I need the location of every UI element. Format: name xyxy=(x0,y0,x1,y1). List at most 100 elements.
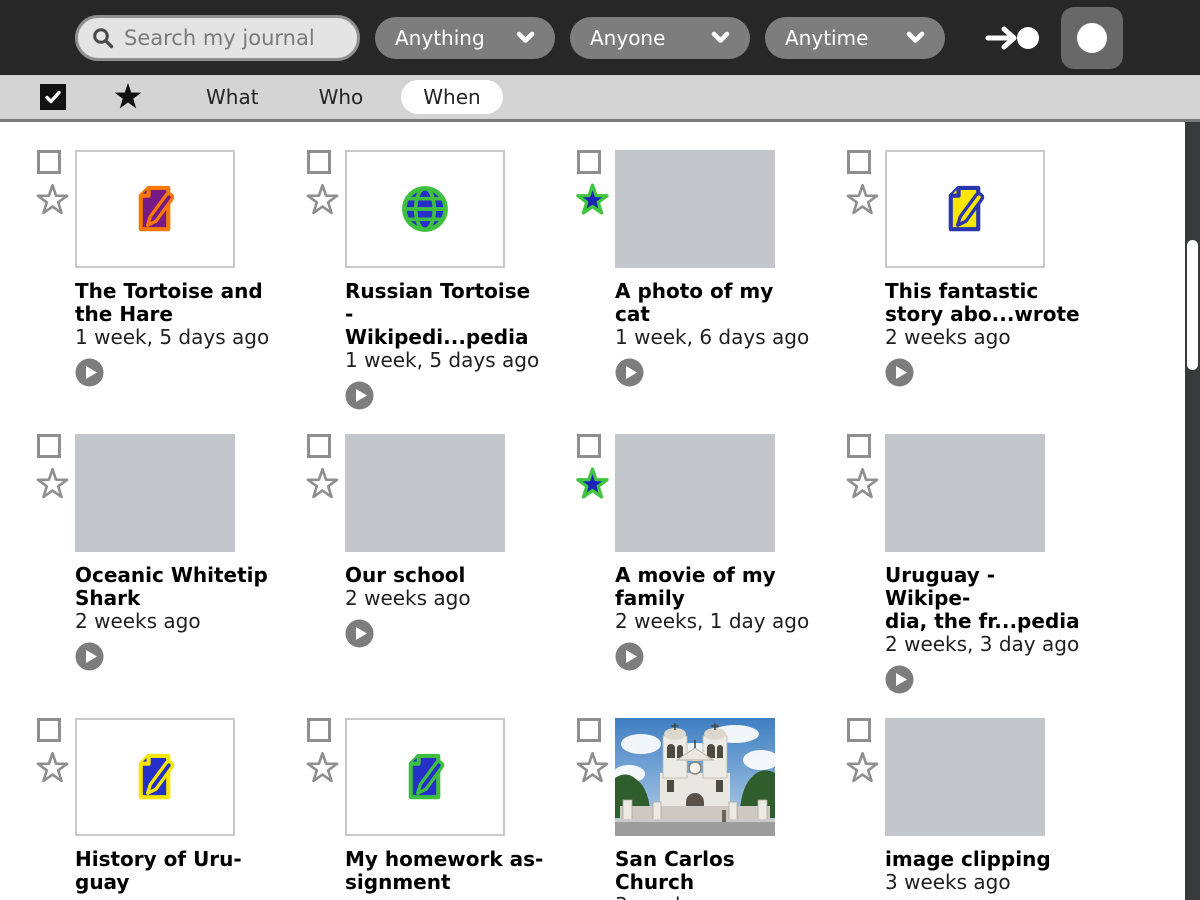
text-document-icon xyxy=(398,750,452,804)
view-toggle-button[interactable] xyxy=(1061,7,1123,69)
entry-title[interactable]: The Tortoise and the Hare xyxy=(75,280,275,326)
entry-checkbox[interactable] xyxy=(847,434,871,458)
entry-title[interactable]: San Carlos Church xyxy=(615,848,815,894)
entry-title[interactable]: Uruguay - Wikipe- dia, the fr...pedia xyxy=(885,564,1085,633)
entry-thumbnail[interactable] xyxy=(75,150,235,268)
entry-star[interactable] xyxy=(305,467,340,502)
entry-star[interactable] xyxy=(305,751,340,786)
entry-title[interactable]: A photo of my cat xyxy=(615,280,815,326)
entry-play-button[interactable] xyxy=(615,358,644,387)
journal-entry: History of Uru- guay xyxy=(35,718,305,900)
entry-play-button[interactable] xyxy=(885,358,914,387)
favorites-filter-button[interactable] xyxy=(112,81,144,113)
entry-thumbnail[interactable] xyxy=(615,718,775,836)
entry-checkbox[interactable] xyxy=(847,718,871,742)
entry-checkbox[interactable] xyxy=(37,150,61,174)
journal-grid: The Tortoise and the Hare 1 week, 5 days… xyxy=(0,125,1185,900)
entry-star[interactable] xyxy=(35,467,70,502)
entry-star[interactable] xyxy=(575,183,610,218)
star-icon xyxy=(305,183,340,218)
entry-title[interactable]: Russian Tortoise - Wikipedi...pedia xyxy=(345,280,545,349)
entry-title[interactable]: image clipping xyxy=(885,848,1085,871)
entry-thumbnail[interactable] xyxy=(885,718,1045,836)
entry-checkbox[interactable] xyxy=(307,718,331,742)
arrow-to-entry-button[interactable] xyxy=(985,22,1041,54)
arrow-dot-icon xyxy=(985,22,1041,54)
entry-thumbnail[interactable] xyxy=(615,150,775,268)
journal-entry: Our school 2 weeks ago xyxy=(305,434,575,718)
entry-play-button[interactable] xyxy=(75,642,104,671)
entry-title[interactable]: This fantastic story abo...wrote xyxy=(885,280,1085,326)
journal-entry: Russian Tortoise - Wikipedi...pedia 1 we… xyxy=(305,150,575,434)
journal-entry: A photo of my cat 1 week, 6 days ago xyxy=(575,150,845,434)
entry-play-button[interactable] xyxy=(615,642,644,671)
entry-thumbnail[interactable] xyxy=(615,434,775,552)
filter-dropdown-anything[interactable]: Anything xyxy=(375,17,555,59)
entry-star[interactable] xyxy=(575,467,610,502)
vertical-scrollbar[interactable] xyxy=(1185,122,1200,900)
entry-checkbox[interactable] xyxy=(307,150,331,174)
entry-checkbox[interactable] xyxy=(577,718,601,742)
entry-star[interactable] xyxy=(845,183,880,218)
entry-thumbnail[interactable] xyxy=(75,718,235,836)
checkmark-icon xyxy=(44,88,62,106)
search-input[interactable] xyxy=(124,26,392,50)
entry-timestamp: 2 weeks ago xyxy=(345,587,545,610)
when-what-who-tabs: What Who When xyxy=(184,80,519,114)
entry-star[interactable] xyxy=(845,751,880,786)
entry-play-button[interactable] xyxy=(885,665,914,694)
star-icon xyxy=(35,467,70,502)
entry-thumbnail[interactable] xyxy=(345,718,505,836)
filter-dropdown-anytime[interactable]: Anytime xyxy=(765,17,945,59)
entry-thumbnail[interactable] xyxy=(885,434,1045,552)
entry-play-button[interactable] xyxy=(345,619,374,648)
tab-what[interactable]: What xyxy=(184,80,281,114)
search-icon xyxy=(92,27,114,49)
play-icon xyxy=(885,358,914,387)
entry-title[interactable]: My homework as- signment xyxy=(345,848,545,894)
search-box[interactable] xyxy=(75,15,360,61)
entry-star[interactable] xyxy=(845,467,880,502)
entry-timestamp: 2 weeks, 3 day ago xyxy=(885,633,1085,656)
entry-checkbox[interactable] xyxy=(577,150,601,174)
star-icon xyxy=(35,183,70,218)
entry-checkbox[interactable] xyxy=(307,434,331,458)
entry-star[interactable] xyxy=(575,751,610,786)
entry-title[interactable]: A movie of my family xyxy=(615,564,815,610)
entry-thumbnail[interactable] xyxy=(345,434,505,552)
entry-play-button[interactable] xyxy=(75,358,104,387)
journal-entry: My homework as- signment xyxy=(305,718,575,900)
entry-star[interactable] xyxy=(35,751,70,786)
select-all-checkbox[interactable] xyxy=(40,84,66,110)
entry-checkbox[interactable] xyxy=(577,434,601,458)
filter-dropdown-anyone[interactable]: Anyone xyxy=(570,17,750,59)
chevron-down-icon xyxy=(516,31,535,44)
journal-entry: A movie of my family 2 weeks, 1 day ago xyxy=(575,434,845,718)
entry-star[interactable] xyxy=(35,183,70,218)
filter-label: Anyone xyxy=(590,26,665,50)
entry-thumbnail[interactable] xyxy=(345,150,505,268)
star-icon xyxy=(35,751,70,786)
entry-star[interactable] xyxy=(305,183,340,218)
entry-play-button[interactable] xyxy=(345,381,374,410)
tab-who[interactable]: Who xyxy=(297,80,386,114)
star-icon xyxy=(575,183,610,218)
entry-thumbnail[interactable] xyxy=(75,434,235,552)
entry-checkbox[interactable] xyxy=(847,150,871,174)
entry-timestamp: 2 weeks, 1 day ago xyxy=(615,610,815,633)
journal-list: The Tortoise and the Hare 1 week, 5 days… xyxy=(0,125,1185,900)
entry-timestamp: 2 weeks ago xyxy=(885,326,1085,349)
scrollbar-thumb[interactable] xyxy=(1187,240,1198,370)
entry-title[interactable]: History of Uru- guay xyxy=(75,848,275,894)
journal-entry: San Carlos Church 3 weeks ago xyxy=(575,718,845,900)
star-icon xyxy=(845,467,880,502)
play-icon xyxy=(75,642,104,671)
entry-title[interactable]: Oceanic Whitetip Shark xyxy=(75,564,275,610)
text-document-icon xyxy=(938,182,992,236)
entry-checkbox[interactable] xyxy=(37,718,61,742)
entry-title[interactable]: Our school xyxy=(345,564,545,587)
entry-checkbox[interactable] xyxy=(37,434,61,458)
entry-thumbnail[interactable] xyxy=(885,150,1045,268)
tab-when[interactable]: When xyxy=(401,80,502,114)
play-icon xyxy=(885,665,914,694)
